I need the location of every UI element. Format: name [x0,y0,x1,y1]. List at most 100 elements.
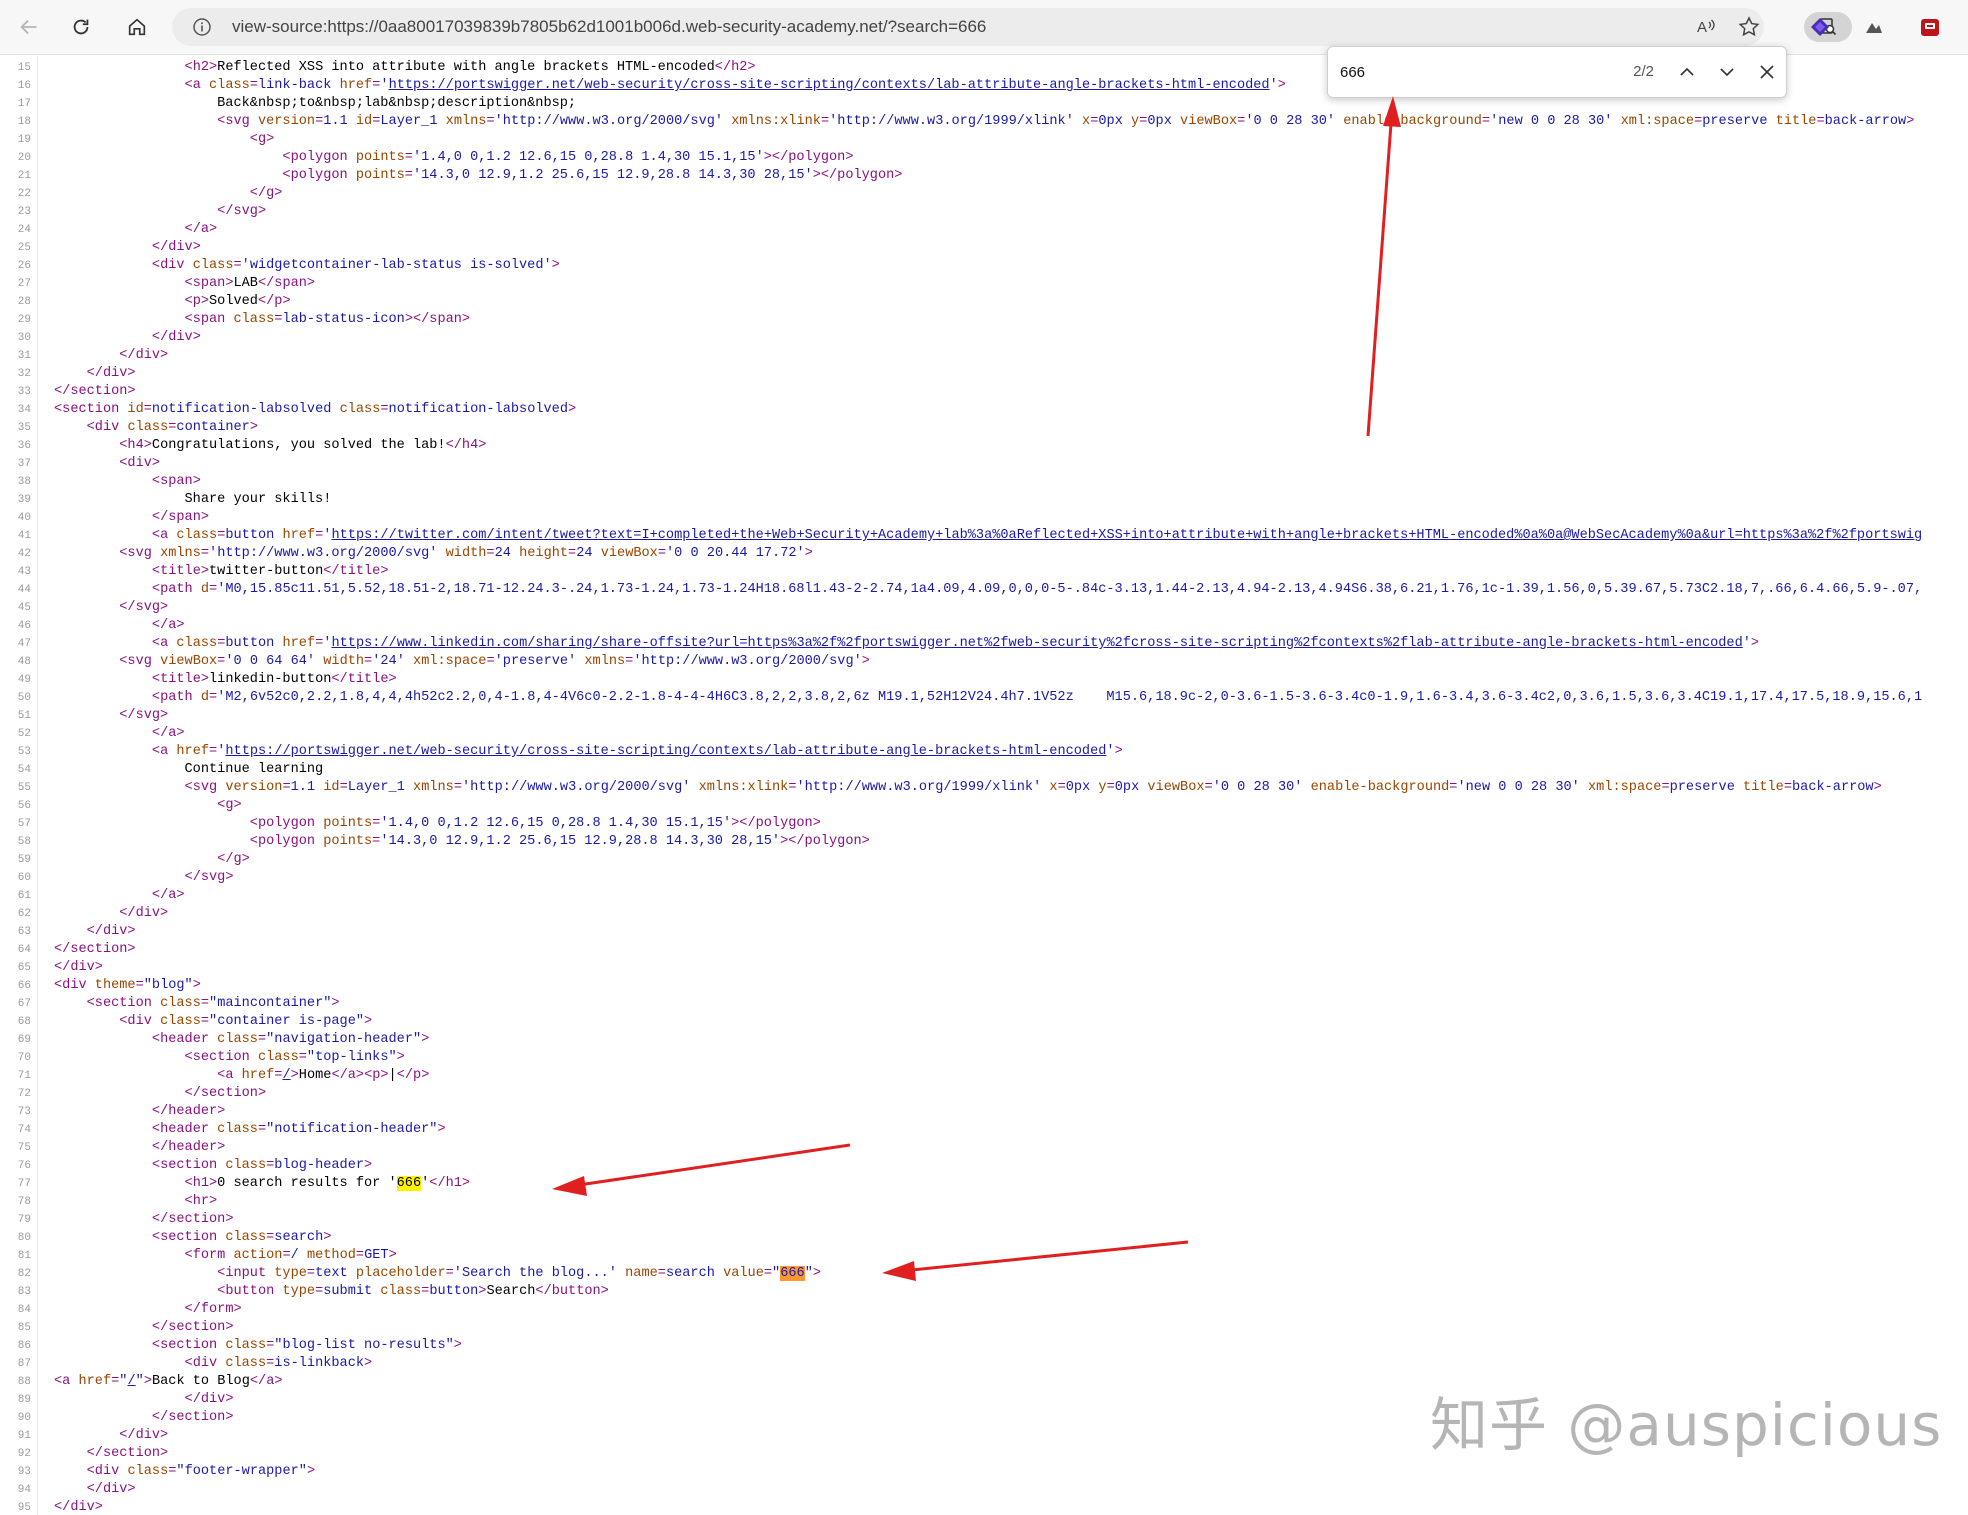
source-code: <section id=notification-labsolved class… [54,402,577,417]
source-code: </svg> [119,600,169,615]
source-code: <header class="navigation-header"> [151,1032,430,1047]
line-number: 89 [17,1394,31,1406]
line-number: 83 [17,1286,31,1298]
source-line: 84 </form> [0,1301,1968,1319]
close-icon [1760,65,1774,79]
source-code: </a> [151,888,185,903]
line-number: 36 [17,440,31,452]
line-number: 85 [17,1322,31,1334]
source-line: 49 <title>linkedin-button</title> [0,671,1968,689]
source-line: 43 <title>twitter-button</title> [0,563,1968,581]
source-line: 22 </g> [0,185,1968,203]
line-number: 73 [17,1106,31,1118]
line-number: 79 [17,1214,31,1226]
extension-purple-icon[interactable] [1808,15,1832,39]
find-next-button[interactable] [1714,59,1740,85]
line-number: 68 [17,1016,31,1028]
line-number: 87 [17,1358,31,1370]
source-line: 56 <g> [0,797,1968,815]
line-number: 94 [17,1484,31,1496]
source-code: <polygon points='14.3,0 12.9,1.2 25.6,15… [249,834,870,849]
line-number: 78 [17,1196,31,1208]
line-number: 69 [17,1034,31,1046]
line-number: 88 [17,1376,31,1388]
address-bar[interactable]: view-source:https://0aa80017039839b7805b… [172,8,1852,46]
line-number: 76 [17,1160,31,1172]
line-number: 86 [17,1340,31,1352]
source-line: 93 <div class="footer-wrapper"> [0,1463,1968,1481]
source-code: <div class=is-linkback> [184,1356,373,1371]
source-code: </div> [151,240,201,255]
url-text[interactable]: view-source:https://0aa80017039839b7805b… [232,8,986,46]
source-code: </g> [217,852,250,867]
refresh-icon [73,19,89,35]
source-code: <div class="container is-page"> [119,1014,373,1029]
source-line: 47 <a class=button href='https://www.lin… [0,635,1968,653]
source-line: 70 <section class="top-links"> [0,1049,1968,1067]
source-line: 21 <polygon points='14.3,0 12.9,1.2 25.6… [0,167,1968,185]
zhihu-watermark: 知乎 @auspicious [1430,1391,1943,1459]
source-code: </a> [151,618,185,633]
line-number: 74 [17,1124,31,1136]
source-code: <section class=blog-header> [151,1158,373,1173]
extension-gray-icon[interactable] [1862,15,1886,39]
source-code: <hr> [184,1194,218,1209]
source-code: </form> [184,1302,242,1317]
source-line: 20 <polygon points='1.4,0 0,1.2 12.6,15 … [0,149,1968,167]
source-code: </div> [151,330,201,345]
source-line: 28 <p>Solved</p> [0,293,1968,311]
line-number: 49 [17,674,31,686]
source-code: <polygon points='14.3,0 12.9,1.2 25.6,15… [282,168,903,183]
source-code: </section> [151,1212,234,1227]
favorite-star-icon[interactable] [1738,16,1760,38]
source-code: <path d='M0,15.85c11.51,5.52,18.51-2,18.… [151,582,1923,597]
find-close-button[interactable] [1754,59,1780,85]
source-line: 35 <div class=container> [0,419,1968,437]
line-number: 25 [17,242,31,254]
source-code: <path d='M2,6v52c0,2.2,1.8,4,4,4h52c2.2,… [151,690,1923,705]
chevron-down-icon [1720,68,1734,77]
line-number: 66 [17,980,31,992]
source-code: <a href=/>Home</a><p>|</p> [217,1068,430,1083]
source-line: 66 <div theme="blog"> [0,977,1968,995]
source-line: 57 <polygon points='1.4,0 0,1.2 12.6,15 … [0,815,1968,833]
source-code: </header> [151,1104,226,1119]
source-code: <div> [119,456,161,471]
find-bar: 2/2 [1327,46,1787,98]
info-icon[interactable] [192,17,212,37]
source-code: </section> [54,942,136,957]
source-code: Share your skills! [54,492,332,507]
line-number: 34 [17,404,31,416]
line-number: 53 [17,746,31,758]
source-line: 79 </section> [0,1211,1968,1229]
view-source-pane[interactable]: 15 <h2>Reflected XSS into attribute with… [0,56,1968,1515]
line-number: 32 [17,368,31,380]
source-code: <section class="top-links"> [184,1050,405,1065]
source-line: 42 <svg xmlns='http://www.w3.org/2000/sv… [0,545,1968,563]
find-input[interactable] [1338,56,1642,88]
source-code: <form action=/ method=GET> [184,1248,397,1263]
line-number: 38 [17,476,31,488]
source-line: 26 <div class='widgetcontainer-lab-statu… [0,257,1968,275]
read-aloud-icon[interactable]: A [1696,16,1718,38]
back-button[interactable] [14,12,44,42]
line-number: 40 [17,512,31,524]
source-code: <h2>Reflected XSS into attribute with an… [184,60,756,75]
back-arrow-icon [20,19,37,35]
line-number: 54 [17,764,31,776]
find-previous-button[interactable] [1674,59,1700,85]
line-number: 44 [17,584,31,596]
refresh-button[interactable] [66,12,96,42]
svg-text:A: A [1697,19,1707,36]
source-line: 51 </svg> [0,707,1968,725]
source-code: <span class=lab-status-icon></span> [184,312,471,327]
extension-red-icon[interactable] [1918,15,1942,39]
source-line: 19 <g> [0,131,1968,149]
line-number: 59 [17,854,31,866]
source-line: 27 <span>LAB</span> [0,275,1968,293]
home-button[interactable] [122,12,152,42]
source-code: <title>linkedin-button</title> [151,672,397,687]
source-line: 50 <path d='M2,6v52c0,2.2,1.8,4,4,4h52c2… [0,689,1968,707]
source-code: <a class=button href='https://www.linked… [151,636,1760,651]
source-line: 64 </section> [0,941,1968,959]
